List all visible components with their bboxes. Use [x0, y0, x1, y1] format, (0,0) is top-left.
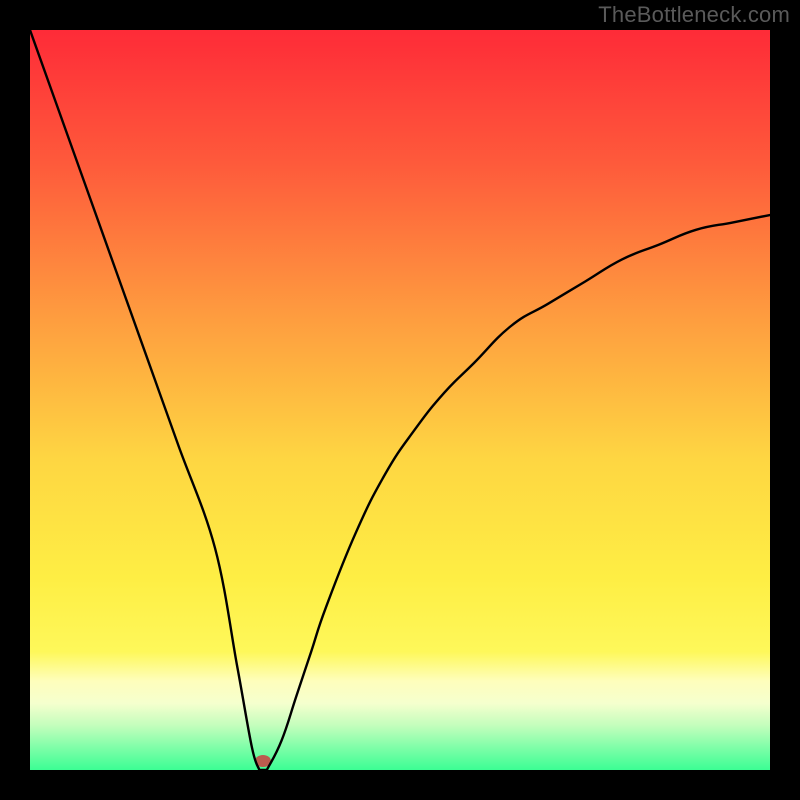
valley-marker — [255, 755, 271, 767]
chart-stage: TheBottleneck.com — [0, 0, 800, 800]
chart-background — [30, 30, 770, 770]
watermark-text: TheBottleneck.com — [598, 2, 790, 28]
